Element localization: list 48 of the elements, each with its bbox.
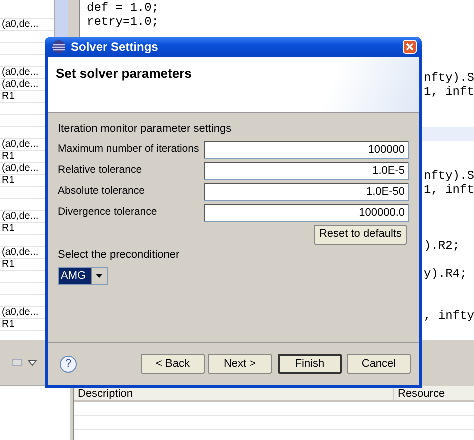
dialog-heading: Set solver parameters <box>56 65 193 83</box>
field-label: Select the preconditioner <box>58 248 181 262</box>
code-line: nfty).S <box>424 71 474 85</box>
caret-icon <box>96 274 103 278</box>
list-item[interactable]: (a0,de... <box>2 247 39 258</box>
field-label: Absolute tolerance <box>58 184 146 199</box>
input-field[interactable]: 100000.0 <box>204 204 409 222</box>
list-item[interactable]: (a0,de... <box>2 211 39 222</box>
list-item[interactable]: (a0,de... <box>2 163 39 174</box>
list-panel <box>0 386 70 440</box>
list-item[interactable]: (a0,de... <box>2 19 39 30</box>
input-field[interactable]: 1.0E-50 <box>204 182 409 200</box>
code-line: , infty <box>424 309 474 323</box>
list-item[interactable]: R1 <box>2 91 15 102</box>
code-line: def = 1.0; <box>87 1 160 15</box>
list-item[interactable]: (a0,de... <box>2 307 39 318</box>
reset-button[interactable]: Reset to defaults <box>314 224 407 244</box>
wizard-button[interactable]: Cancel <box>347 354 411 374</box>
list-item[interactable]: R1 <box>2 151 15 162</box>
code-line: nfty).S <box>424 169 474 183</box>
close-button[interactable] <box>403 40 417 54</box>
wizard-button[interactable]: Finish <box>278 354 342 374</box>
field-label: Divergence tolerance <box>58 204 158 220</box>
code-line: 1, inft <box>424 85 474 99</box>
input-field[interactable]: 100000 <box>204 140 409 158</box>
group-label: Iteration monitor parameter settings <box>58 122 233 137</box>
list-item[interactable]: R1 <box>2 319 15 330</box>
code-line: retry=1.0; <box>87 15 160 29</box>
field-label: Maximum number of iterations <box>58 142 200 157</box>
code-line: y).R4; <box>424 267 468 281</box>
list-item[interactable]: (a0,de... <box>2 139 39 150</box>
wizard-button[interactable]: < Back <box>141 354 205 374</box>
help-icon[interactable]: ? <box>60 356 77 372</box>
preconditioner-dropdown[interactable]: AMG <box>58 267 108 285</box>
list-item[interactable]: R1 <box>2 175 15 186</box>
column-header[interactable]: Resource <box>394 386 446 400</box>
list-item[interactable]: R1 <box>2 259 15 270</box>
wizard-button[interactable]: Next > <box>208 354 272 374</box>
code-line: 1, inft <box>424 183 474 197</box>
window-title: Solver Settings <box>71 39 160 56</box>
list-item[interactable]: (a0,de... <box>2 67 39 78</box>
list-item[interactable]: R1 <box>2 223 15 234</box>
sphere-icon <box>52 40 66 54</box>
view-menu-icon[interactable] <box>28 360 37 366</box>
list-item[interactable]: (a0,de... <box>2 79 39 90</box>
field-label: Relative tolerance <box>58 162 144 178</box>
input-field[interactable]: 1.0E-5 <box>204 162 409 180</box>
code-line: ).R2; <box>424 239 460 253</box>
